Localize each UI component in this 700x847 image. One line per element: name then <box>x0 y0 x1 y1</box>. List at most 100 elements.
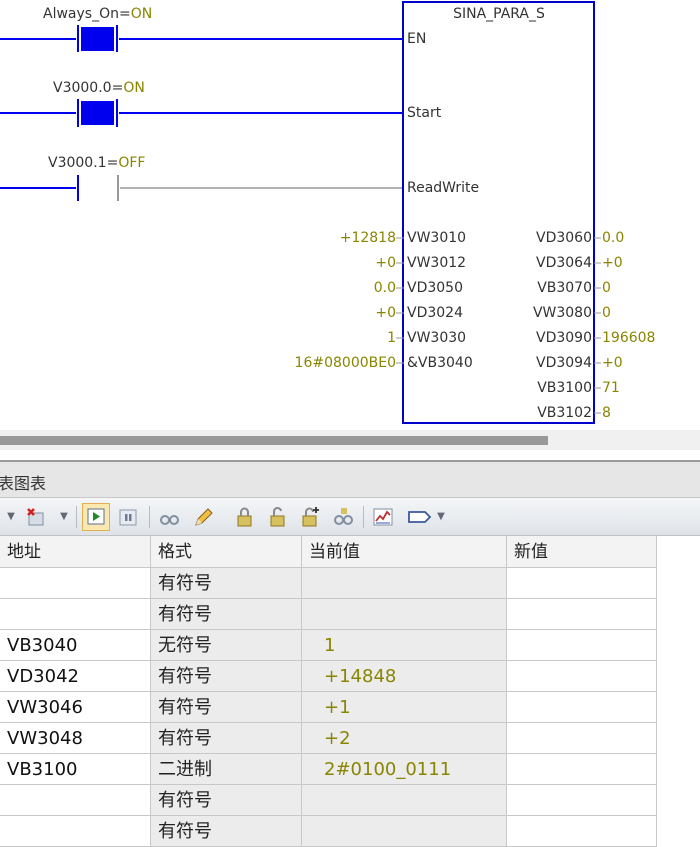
output-pin[interactable]: VD3060 <box>536 230 592 246</box>
force-icon[interactable] <box>233 506 255 528</box>
current-value-cell: 2#0100_0111 <box>302 754 507 785</box>
output-value: 0.0 <box>602 230 625 246</box>
address-cell[interactable]: VD3042 <box>0 661 151 692</box>
address-cell[interactable] <box>0 785 151 816</box>
address-cell[interactable]: VB3040 <box>0 630 151 661</box>
dropdown-arrow-icon[interactable]: ▼ <box>57 506 71 528</box>
current-value-cell: +2 <box>302 723 507 754</box>
input-pin[interactable]: &VB3040 <box>407 355 473 371</box>
address-cell[interactable] <box>0 568 151 599</box>
input-value: 0.0 <box>373 280 396 296</box>
table-row[interactable]: 有符号 <box>0 816 657 847</box>
new-value-cell[interactable] <box>507 630 657 661</box>
tag-icon[interactable] <box>406 506 432 528</box>
column-header-address[interactable]: 地址 <box>0 536 151 568</box>
current-value-cell <box>302 816 507 847</box>
input-value: +0 <box>375 305 396 321</box>
format-cell[interactable]: 有符号 <box>151 816 302 847</box>
new-value-cell[interactable] <box>507 816 657 847</box>
address-cell[interactable]: VB3100 <box>0 754 151 785</box>
new-value-cell[interactable] <box>507 661 657 692</box>
panel-title: 表图表 <box>0 474 47 493</box>
new-value-cell[interactable] <box>507 754 657 785</box>
output-pin[interactable]: VB3070 <box>537 280 592 296</box>
contact-3-label[interactable]: V3000.1=OFF <box>48 155 145 171</box>
address-cell[interactable] <box>0 816 151 847</box>
chart-panel-header: 表图表 <box>0 462 700 498</box>
block-title: SINA_PARA_S <box>453 6 545 22</box>
new-value-cell[interactable] <box>507 785 657 816</box>
column-header-format[interactable]: 格式 <box>151 536 302 568</box>
format-cell[interactable]: 有符号 <box>151 723 302 754</box>
address-cell[interactable] <box>0 599 151 630</box>
output-pin[interactable]: VD3064 <box>536 255 592 271</box>
output-pin[interactable]: VD3090 <box>536 330 592 346</box>
format-cell[interactable]: 无符号 <box>151 630 302 661</box>
output-pin[interactable]: VB3100 <box>537 380 592 396</box>
unforce-icon[interactable] <box>266 506 288 528</box>
new-value-cell[interactable] <box>507 723 657 754</box>
table-row[interactable]: VB3100 二进制 2#0100_0111 <box>0 754 657 785</box>
dropdown-arrow-icon[interactable]: ▼ <box>4 506 18 528</box>
new-value-cell[interactable] <box>507 599 657 630</box>
pin-start: Start <box>407 105 442 121</box>
input-value: +12818 <box>339 230 396 246</box>
write-pencil-icon[interactable] <box>192 506 214 528</box>
output-value: +0 <box>602 355 623 371</box>
format-cell[interactable]: 二进制 <box>151 754 302 785</box>
output-pin[interactable]: VB3102 <box>537 405 592 421</box>
input-pin[interactable]: VW3010 <box>407 230 466 246</box>
table-row[interactable]: 有符号 <box>0 785 657 816</box>
pause-icon[interactable] <box>117 506 139 528</box>
table-row[interactable]: VB3040 无符号 1 <box>0 630 657 661</box>
table-row[interactable]: VD3042 有符号 +14848 <box>0 661 657 692</box>
output-value: 0 <box>602 305 611 321</box>
input-value: +0 <box>375 255 396 271</box>
format-cell[interactable]: 有符号 <box>151 661 302 692</box>
format-cell[interactable]: 有符号 <box>151 599 302 630</box>
output-pin[interactable]: VW3080 <box>533 305 592 321</box>
column-header-new-value[interactable]: 新值 <box>507 536 657 568</box>
table-row[interactable]: VW3048 有符号 +2 <box>0 723 657 754</box>
input-pin[interactable]: VW3030 <box>407 330 466 346</box>
output-value: +0 <box>602 255 623 271</box>
input-value: 16#08000BE0 <box>294 355 396 371</box>
format-cell[interactable]: 有符号 <box>151 692 302 723</box>
address-cell[interactable]: VW3046 <box>0 692 151 723</box>
format-cell[interactable]: 有符号 <box>151 568 302 599</box>
current-value-cell: +1 <box>302 692 507 723</box>
output-value: 8 <box>602 405 611 421</box>
status-chart-table: 地址 格式 当前值 新值 有符号 有符号 VB3040 无符号 1 VD3042… <box>0 536 700 847</box>
current-value-cell <box>302 785 507 816</box>
horizontal-scrollbar[interactable] <box>0 430 700 450</box>
contact-2-label[interactable]: V3000.0=ON <box>53 80 145 96</box>
trend-view-icon[interactable] <box>372 506 394 528</box>
dropdown-arrow-icon[interactable]: ▼ <box>434 506 448 528</box>
read-glasses-icon[interactable] <box>158 506 180 528</box>
current-value-cell <box>302 568 507 599</box>
toolbar-separator <box>149 506 150 528</box>
unforce-all-icon[interactable] <box>299 506 321 528</box>
current-value-cell <box>302 599 507 630</box>
delete-row-icon[interactable] <box>25 506 47 528</box>
input-pin[interactable]: VD3024 <box>407 305 463 321</box>
contact-1-label[interactable]: Always_On=ON <box>43 6 152 22</box>
ladder-editor[interactable]: Always_On=ON V3000.0=ON V3000.1=OFF SINA… <box>0 0 700 430</box>
scrollbar-thumb[interactable] <box>0 436 548 445</box>
pane-splitter[interactable] <box>0 450 700 462</box>
new-value-cell[interactable] <box>507 692 657 723</box>
format-cell[interactable]: 有符号 <box>151 785 302 816</box>
status-chart-toolbar: ▼ ▼ ▼ <box>0 498 700 536</box>
address-cell[interactable]: VW3048 <box>0 723 151 754</box>
table-row[interactable]: VW3046 有符号 +1 <box>0 692 657 723</box>
output-value: 71 <box>602 380 620 396</box>
read-all-forced-icon[interactable] <box>332 506 354 528</box>
start-monitoring-icon[interactable] <box>82 503 110 531</box>
table-row[interactable]: 有符号 <box>0 599 657 630</box>
output-pin[interactable]: VD3094 <box>536 355 592 371</box>
table-row[interactable]: 有符号 <box>0 568 657 599</box>
input-pin[interactable]: VD3050 <box>407 280 463 296</box>
input-pin[interactable]: VW3012 <box>407 255 466 271</box>
new-value-cell[interactable] <box>507 568 657 599</box>
column-header-current-value[interactable]: 当前值 <box>302 536 507 568</box>
